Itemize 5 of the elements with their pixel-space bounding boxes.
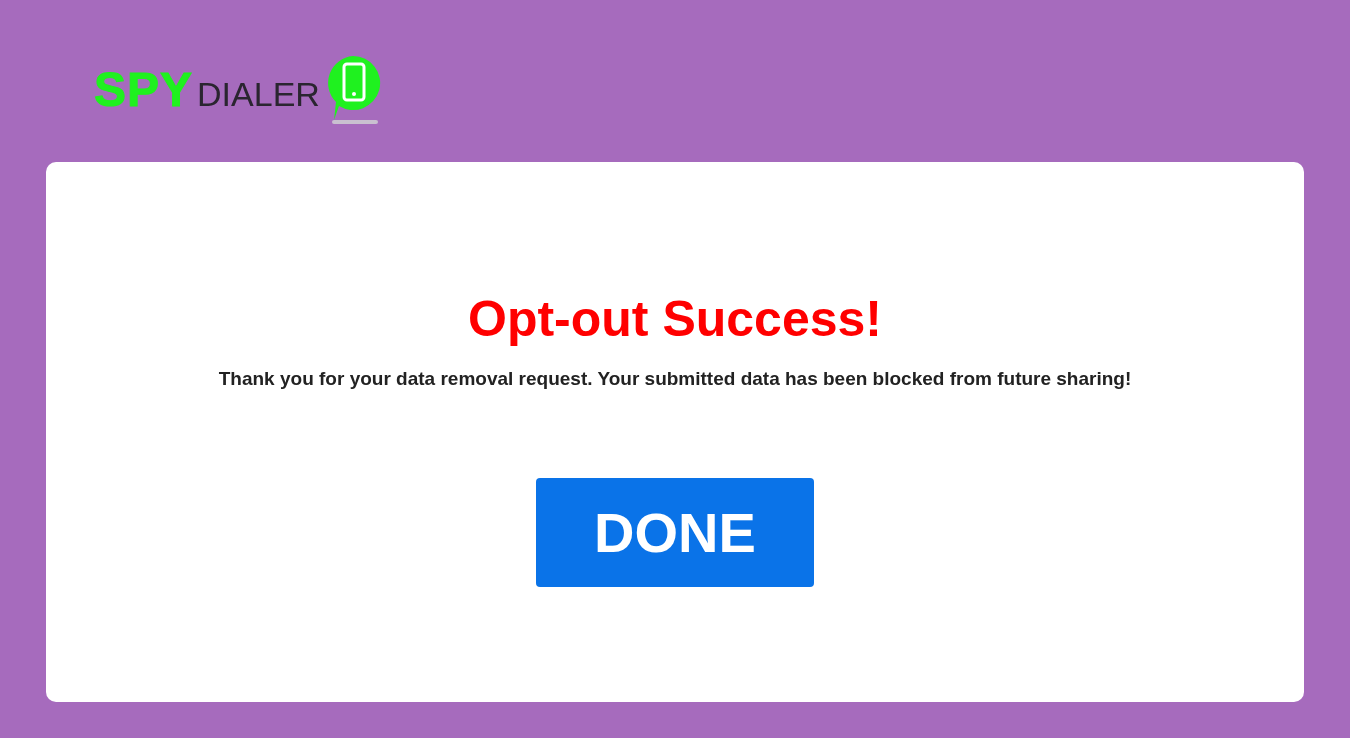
success-title: Opt-out Success! [468, 290, 882, 348]
logo-text: SPY [94, 66, 194, 114]
done-button[interactable]: DONE [536, 478, 814, 587]
confirmation-message: Thank you for your data removal request. Your submitted data has been blocked from future sharing! [218, 368, 1132, 390]
logo-text: DIALER [197, 77, 320, 111]
